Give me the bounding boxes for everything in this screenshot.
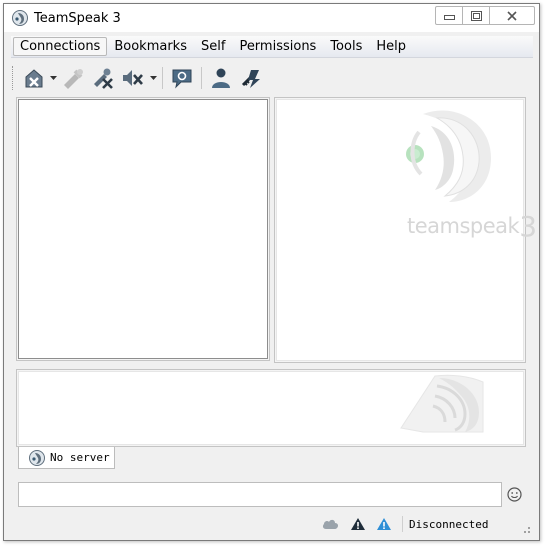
logo-wordmark: teamspeak3: [407, 210, 537, 243]
disconnect-icon: [25, 69, 43, 88]
contacts-icon: [212, 68, 230, 88]
mute-speakers-dropdown[interactable]: [148, 76, 158, 80]
menu-help[interactable]: Help: [369, 37, 413, 56]
chat-button[interactable]: [167, 65, 197, 91]
maximize-button[interactable]: [463, 7, 490, 24]
logo-wordmark-text: teamspeak: [407, 214, 520, 238]
close-button[interactable]: [490, 7, 534, 24]
channel-tree[interactable]: [18, 99, 268, 359]
chat-log: [18, 371, 524, 445]
identity-key-icon: [241, 70, 260, 88]
menu-connections[interactable]: Connections: [13, 37, 108, 56]
window-title: TeamSpeak 3: [34, 11, 121, 26]
app-window: TeamSpeak 3 Connections Bookmarks Self P…: [3, 3, 540, 541]
identities-button[interactable]: [236, 65, 266, 91]
chat-bubble-icon: [172, 69, 192, 89]
warning-dark-icon: [351, 518, 365, 530]
status-separator: [402, 516, 403, 532]
teamspeak-icon: [29, 449, 45, 466]
cloud-icon: [322, 519, 339, 529]
teamspeak-logo-icon: [406, 110, 491, 202]
mute-speakers-icon: [123, 70, 143, 86]
window-controls: [435, 6, 535, 25]
chat-input-box[interactable]: [18, 482, 502, 507]
cloud-status[interactable]: [322, 518, 340, 530]
resize-grip-icon[interactable]: [519, 522, 531, 534]
chevron-down-icon: [49, 76, 57, 80]
toolbar: [12, 62, 266, 94]
logo-wordmark-number: 3: [519, 210, 537, 243]
menu-bookmarks[interactable]: Bookmarks: [107, 37, 194, 56]
mute-microphone-icon: [94, 68, 113, 89]
menubar: Connections Bookmarks Self Permissions T…: [11, 36, 533, 58]
contacts-button[interactable]: [206, 65, 236, 91]
info-panel: teamspeak3: [276, 99, 537, 361]
away-icon: [64, 69, 83, 89]
close-icon: [507, 10, 517, 21]
menu-permissions[interactable]: Permissions: [232, 37, 323, 56]
chat-watermark-icon: [400, 374, 484, 433]
server-tab-label: No server: [50, 451, 110, 464]
disconnect-button[interactable]: [20, 65, 48, 91]
toolbar-separator: [201, 67, 202, 89]
toolbar-grip[interactable]: [12, 66, 15, 90]
emoticon-icon[interactable]: [507, 487, 522, 502]
connection-status: Disconnected: [409, 517, 489, 531]
menu-tools[interactable]: Tools: [323, 37, 369, 56]
teamspeak-app-icon: [12, 10, 28, 26]
toolbar-separator: [162, 67, 163, 89]
mute-speakers-button[interactable]: [118, 65, 148, 91]
server-tab[interactable]: No server: [18, 447, 115, 469]
away-button[interactable]: [58, 65, 88, 91]
maximize-icon: [470, 10, 482, 21]
warning-blue-icon: [377, 518, 391, 530]
news-status[interactable]: [376, 517, 392, 531]
disconnect-dropdown[interactable]: [48, 76, 58, 80]
minimize-button[interactable]: [436, 7, 463, 24]
warning-status[interactable]: [350, 517, 366, 531]
menu-self[interactable]: Self: [194, 37, 232, 56]
titlebar: TeamSpeak 3: [4, 4, 539, 32]
mute-microphone-button[interactable]: [88, 65, 118, 91]
minimize-icon: [443, 14, 455, 20]
statusbar: Disconnected: [322, 514, 488, 534]
chevron-down-icon: [149, 76, 157, 80]
chat-input[interactable]: [19, 483, 501, 506]
